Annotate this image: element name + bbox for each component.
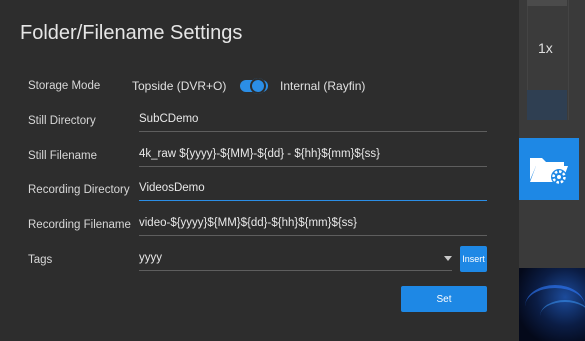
insert-button[interactable]: Insert bbox=[460, 246, 487, 272]
still-directory-field[interactable]: SubCDemo bbox=[139, 110, 487, 132]
still-directory-label: Still Directory bbox=[28, 115, 96, 127]
recording-filename-field[interactable]: video-${yyyy}${MM}${dd}-${hh}${mm}${ss} bbox=[139, 214, 487, 236]
tags-selected-value: yyyy bbox=[139, 252, 162, 264]
chevron-down-icon[interactable] bbox=[444, 256, 452, 261]
recording-filename-value: video-${yyyy}${MM}${dd}-${hh}${mm}${ss} bbox=[139, 217, 358, 229]
storage-mode-label: Storage Mode bbox=[28, 80, 101, 92]
speed-control-top bbox=[527, 0, 567, 6]
folder-filename-settings-dialog: Folder/Filename Settings Storage Mode To… bbox=[0, 0, 519, 341]
storage-mode-toggle-knob[interactable] bbox=[250, 78, 266, 94]
recording-directory-label: Recording Directory bbox=[28, 184, 130, 196]
dialog-title: Folder/Filename Settings bbox=[20, 22, 243, 44]
speed-control-bottom bbox=[527, 90, 567, 120]
storage-option-topside[interactable]: Topside (DVR+O) bbox=[132, 79, 226, 93]
still-filename-value: 4k_raw ${yyyy}-${MM}-${dd} - ${hh}${mm}$… bbox=[139, 148, 381, 160]
preview-swirl bbox=[540, 300, 585, 332]
tags-label: Tags bbox=[28, 254, 53, 266]
recording-filename-label: Recording Filename bbox=[28, 219, 131, 231]
set-button[interactable]: Set bbox=[401, 286, 487, 312]
folder-settings-button[interactable] bbox=[519, 138, 579, 200]
folder-gear-icon bbox=[530, 158, 568, 185]
still-filename-label: Still Filename bbox=[28, 150, 98, 162]
speed-label: 1x bbox=[538, 40, 553, 56]
still-filename-field[interactable]: 4k_raw ${yyyy}-${MM}-${dd} - ${hh}${mm}$… bbox=[139, 145, 487, 167]
still-directory-value: SubCDemo bbox=[139, 113, 199, 125]
storage-option-internal[interactable]: Internal (Rayfin) bbox=[280, 79, 365, 93]
recording-directory-field[interactable]: VideosDemo bbox=[139, 179, 487, 201]
tags-dropdown[interactable]: yyyy bbox=[139, 249, 452, 271]
recording-directory-value: VideosDemo bbox=[139, 182, 205, 194]
